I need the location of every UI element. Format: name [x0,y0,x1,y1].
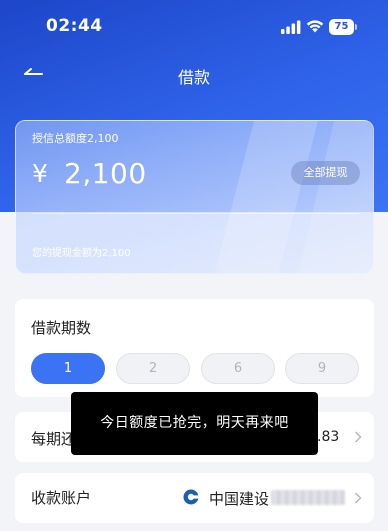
cellular-signal-icon [281,20,301,34]
loan-term-title: 借款期数 [31,319,92,337]
toast-message: 今日额度已抢完，明天再来吧 [71,392,318,455]
account-label: 收款账户 [31,489,92,507]
battery-level: 75 [329,19,354,35]
chevron-right-icon [354,492,362,504]
term-option-2[interactable]: 2 [116,353,190,384]
status-time: 02:44 [46,16,103,36]
currency-symbol: ¥ [32,159,48,188]
credit-total-label: 授信总额度2,100 [32,132,119,145]
credit-limit-card: 授信总额度2,100 ¥ 2,100 全部提现 您的提现金额为2,100 [15,120,374,274]
card-divider [32,213,359,214]
page-title: 借款 [177,68,210,87]
repayment-amount: .83 [317,429,340,445]
chevron-right-icon [354,431,362,443]
bank-logo-icon [183,489,199,505]
battery-indicator: 75 [329,19,357,35]
receiving-account-row[interactable]: 收款账户 中国建设 [15,473,374,523]
bank-name: 中国建设 [209,490,270,508]
status-bar: 02:44 75 [0,0,388,52]
term-option-9[interactable]: 9 [285,353,359,384]
masked-account-number [271,490,345,505]
navigation-bar: 借款 [0,52,388,96]
term-option-6[interactable]: 6 [201,353,275,384]
withdraw-all-button[interactable]: 全部提现 [291,161,360,185]
credit-amount: 2,100 [64,157,147,190]
loan-term-card: 借款期数 1 2 6 9 [15,299,374,397]
battery-tip [355,24,357,30]
repayment-label: 每期还 [31,430,77,448]
wifi-icon [306,20,324,33]
withdraw-amount-hint: 您的提现金额为2,100 [32,248,131,259]
term-option-1[interactable]: 1 [31,353,105,384]
